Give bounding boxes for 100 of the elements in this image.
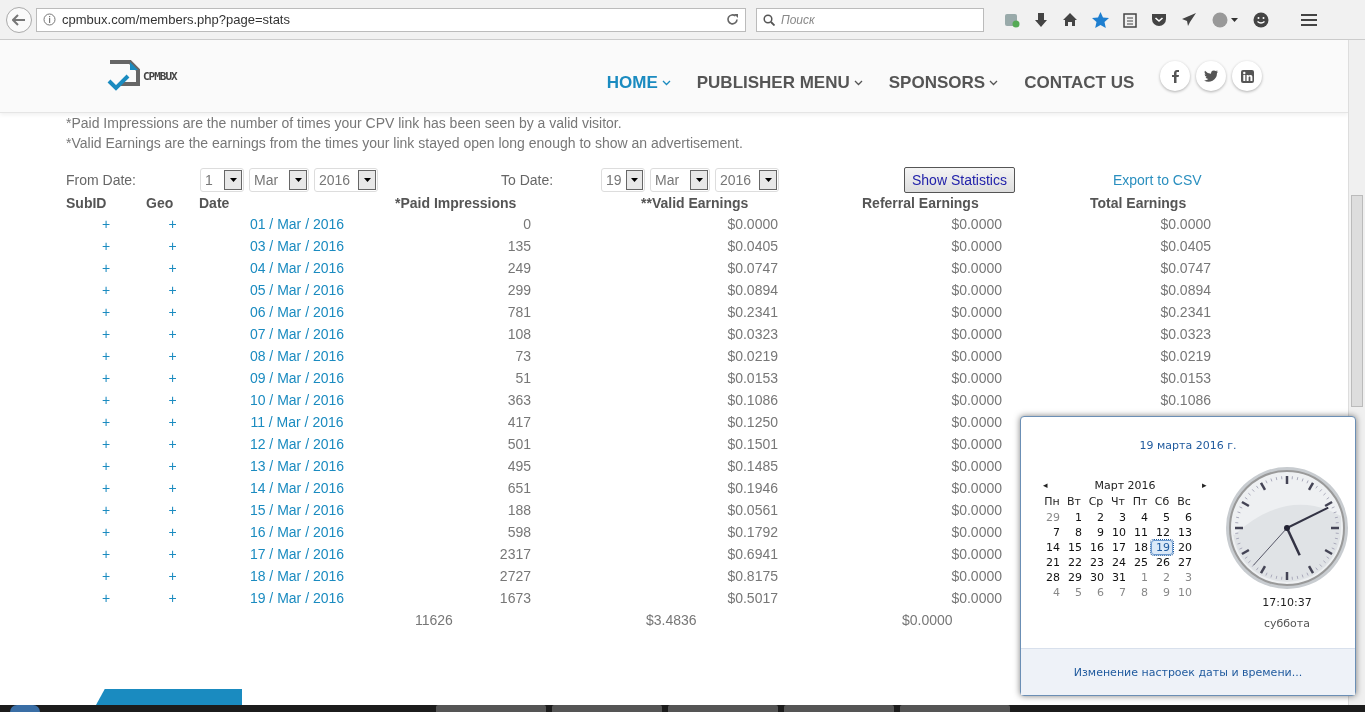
expand-link[interactable]: + <box>101 282 111 298</box>
expand-link[interactable]: + <box>168 546 177 562</box>
calendar-day[interactable]: 4 <box>1041 585 1063 600</box>
calendar-day[interactable]: 13 <box>1173 525 1195 540</box>
date-link[interactable]: 07 / Mar / 2016 <box>249 326 345 342</box>
calendar-day[interactable]: 4 <box>1129 510 1151 525</box>
expand-link[interactable]: + <box>101 502 111 518</box>
calendar-day[interactable]: 24 <box>1107 555 1129 570</box>
expand-link[interactable]: + <box>168 216 177 232</box>
calendar-day[interactable]: 7 <box>1107 585 1129 600</box>
expand-link[interactable]: + <box>168 304 177 320</box>
calendar-day[interactable]: 29 <box>1063 570 1085 585</box>
date-link[interactable]: 10 / Mar / 2016 <box>249 392 345 408</box>
expand-link[interactable]: + <box>101 326 111 342</box>
calendar-day[interactable]: 8 <box>1063 525 1085 540</box>
day-select[interactable]: 1 <box>200 168 244 192</box>
date-link[interactable]: 09 / Mar / 2016 <box>249 370 345 386</box>
year-select[interactable]: 2016 <box>715 168 779 192</box>
facebook-icon[interactable] <box>1171 69 1179 83</box>
info-icon[interactable] <box>43 13 56 26</box>
site-logo[interactable]: CPMBUX <box>107 59 177 93</box>
day-select[interactable]: 19 <box>601 168 645 192</box>
nav-link[interactable]: CONTACT US <box>1024 73 1135 93</box>
calendar-day[interactable]: 21 <box>1041 555 1063 570</box>
calendar-day[interactable]: 1 <box>1129 570 1151 585</box>
expand-link[interactable]: + <box>101 238 111 254</box>
expand-link[interactable]: + <box>168 480 177 496</box>
expand-link[interactable]: + <box>101 370 111 386</box>
expand-link[interactable]: + <box>168 326 177 342</box>
year-select[interactable]: 2016 <box>314 168 378 192</box>
expand-link[interactable]: + <box>101 260 111 276</box>
extension-icon[interactable] <box>1004 11 1020 28</box>
pocket-icon[interactable] <box>1151 12 1167 27</box>
calendar-day[interactable]: 14 <box>1041 540 1063 555</box>
date-link[interactable]: 11 / Mar / 2016 <box>250 414 344 430</box>
home-icon[interactable] <box>1062 12 1078 27</box>
date-link[interactable]: 19 марта 2016 г. <box>1139 439 1237 452</box>
calendar-day[interactable]: 2 <box>1085 510 1107 525</box>
date-link[interactable]: 01 / Mar / 2016 <box>249 216 345 232</box>
expand-link[interactable]: + <box>168 502 177 518</box>
date-link[interactable]: 19 / Mar / 2016 <box>249 590 345 606</box>
star-icon[interactable] <box>1092 11 1109 28</box>
expand-link[interactable]: + <box>101 348 111 364</box>
expand-link[interactable]: + <box>101 436 111 452</box>
expand-link[interactable]: + <box>168 458 177 474</box>
nav-link[interactable]: HOME <box>606 73 671 93</box>
calendar-day[interactable]: 18 <box>1129 540 1151 555</box>
calendar-day[interactable]: 7 <box>1041 525 1063 540</box>
calendar-day[interactable]: 28 <box>1041 570 1063 585</box>
month-select[interactable]: Mar <box>650 168 710 192</box>
calendar-day[interactable]: 30 <box>1085 570 1107 585</box>
expand-link[interactable]: + <box>168 282 177 298</box>
calendar-day[interactable]: 3 <box>1107 510 1129 525</box>
calendar-day[interactable]: 10 <box>1173 585 1195 600</box>
date-link[interactable]: 18 / Mar / 2016 <box>249 568 345 584</box>
expand-link[interactable]: + <box>101 590 111 606</box>
expand-link[interactable]: + <box>168 568 177 584</box>
search-field[interactable]: Поиск <box>756 7 984 32</box>
calendar-day[interactable]: 29 <box>1041 510 1063 525</box>
calendar-day[interactable]: 31 <box>1107 570 1129 585</box>
calendar-day[interactable]: 9 <box>1085 525 1107 540</box>
expand-link[interactable]: + <box>168 260 177 276</box>
date-link[interactable]: 16 / Mar / 2016 <box>249 524 345 540</box>
expand-link[interactable]: + <box>168 414 177 430</box>
calendar-day[interactable]: 9 <box>1151 585 1173 600</box>
expand-link[interactable]: + <box>168 392 177 408</box>
menu-icon[interactable] <box>1301 12 1317 27</box>
month-select[interactable]: Mar <box>249 168 309 192</box>
date-link[interactable]: 06 / Mar / 2016 <box>249 304 345 320</box>
reload-icon[interactable] <box>726 13 739 26</box>
calendar-day[interactable]: 15 <box>1063 540 1085 555</box>
calendar-day[interactable]: 20 <box>1173 540 1195 555</box>
date-link[interactable]: 03 / Mar / 2016 <box>249 238 345 254</box>
calendar-day[interactable]: 5 <box>1151 510 1173 525</box>
date-link[interactable]: 15 / Mar / 2016 <box>249 502 345 518</box>
expand-link[interactable]: + <box>101 458 111 474</box>
linkedin-icon[interactable] <box>1240 69 1254 83</box>
smiley-icon[interactable] <box>1253 11 1269 28</box>
show-statistics-button[interactable]: Show Statistics <box>904 167 1015 193</box>
calendar-day[interactable]: 16 <box>1085 540 1107 555</box>
expand-link[interactable]: + <box>101 480 111 496</box>
date-link[interactable]: 05 / Mar / 2016 <box>249 282 345 298</box>
calendar-day[interactable]: 27 <box>1173 555 1195 570</box>
calendar-day[interactable]: 10 <box>1107 525 1129 540</box>
download-icon[interactable] <box>1034 11 1048 28</box>
date-link[interactable]: 17 / Mar / 2016 <box>249 546 345 562</box>
nav-link[interactable]: PUBLISHER MENU <box>696 73 863 93</box>
social-button[interactable] <box>1196 61 1227 91</box>
calendar-day[interactable]: 6 <box>1085 585 1107 600</box>
expand-link[interactable]: + <box>168 590 177 606</box>
calendar-day[interactable]: 3 <box>1173 570 1195 585</box>
send-icon[interactable] <box>1181 12 1197 27</box>
expand-link[interactable]: + <box>168 348 177 364</box>
reading-list-icon[interactable] <box>1123 11 1137 28</box>
expand-link[interactable]: + <box>101 304 111 320</box>
calendar-day[interactable]: 11 <box>1129 525 1151 540</box>
address-bar[interactable]: cpmbux.com/members.php?page=stats <box>36 7 746 32</box>
export-csv-link[interactable]: Export to CSV <box>1112 172 1202 188</box>
expand-link[interactable]: + <box>168 238 177 254</box>
page-tab[interactable] <box>96 689 242 705</box>
